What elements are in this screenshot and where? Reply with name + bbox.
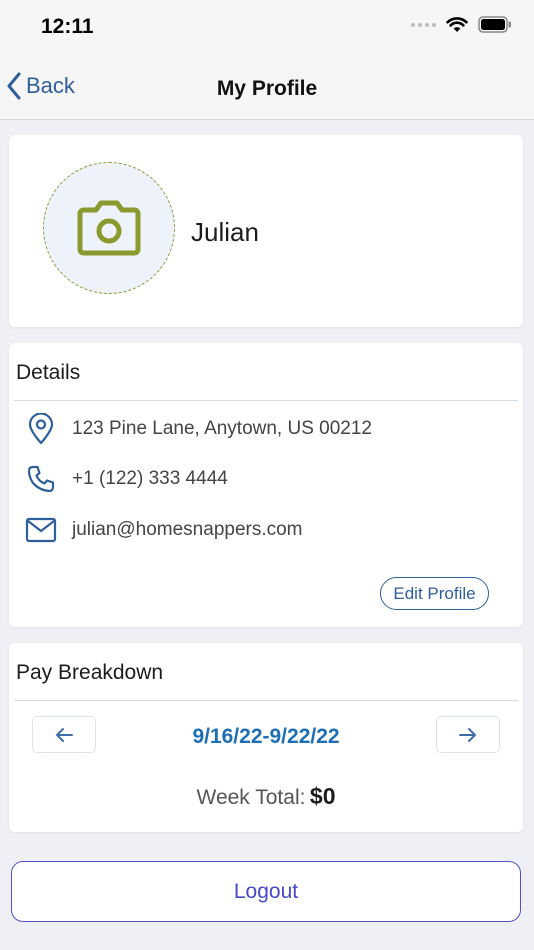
- details-card: Details 123 Pine Lane, Anytown, US 00212…: [9, 343, 523, 627]
- location-pin-icon: [28, 413, 54, 445]
- navigation-bar: Back My Profile: [0, 56, 534, 120]
- week-total-label: Week Total:: [196, 786, 306, 809]
- edit-profile-button[interactable]: Edit Profile: [380, 577, 489, 610]
- envelope-icon: [25, 517, 57, 543]
- page-title: My Profile: [216, 77, 318, 100]
- profile-card: Julian: [9, 135, 523, 327]
- divider: [14, 400, 518, 401]
- status-time: 12:11: [41, 15, 94, 38]
- email-text: julian@homesnappers.com: [72, 519, 303, 540]
- divider: [14, 700, 518, 701]
- camera-icon: [77, 200, 141, 256]
- phone-row: +1 (122) 333 4444: [23, 464, 228, 494]
- pay-breakdown-title: Pay Breakdown: [16, 661, 164, 684]
- wifi-icon: [446, 17, 468, 32]
- address-text: 123 Pine Lane, Anytown, US 00212: [72, 418, 373, 439]
- status-bar: 12:11: [0, 0, 534, 56]
- phone-icon: [27, 465, 55, 493]
- avatar[interactable]: [43, 162, 175, 294]
- pay-breakdown-card: Pay Breakdown 9/16/22-9/22/22 Week Total…: [9, 643, 523, 832]
- signal-icon: [411, 22, 436, 27]
- logout-button[interactable]: Logout: [11, 861, 521, 922]
- phone-text: +1 (122) 333 4444: [72, 468, 228, 489]
- details-title: Details: [16, 361, 81, 384]
- email-row: julian@homesnappers.com: [23, 517, 303, 543]
- address-row: 123 Pine Lane, Anytown, US 00212: [23, 413, 372, 445]
- profile-name: Julian: [191, 217, 259, 247]
- status-icons: [411, 16, 512, 33]
- week-total: Week Total: $0: [9, 783, 523, 810]
- arrow-right-icon: [459, 727, 476, 742]
- next-week-button[interactable]: [436, 716, 500, 753]
- battery-icon: [478, 16, 511, 33]
- week-total-amount: $0: [309, 783, 336, 809]
